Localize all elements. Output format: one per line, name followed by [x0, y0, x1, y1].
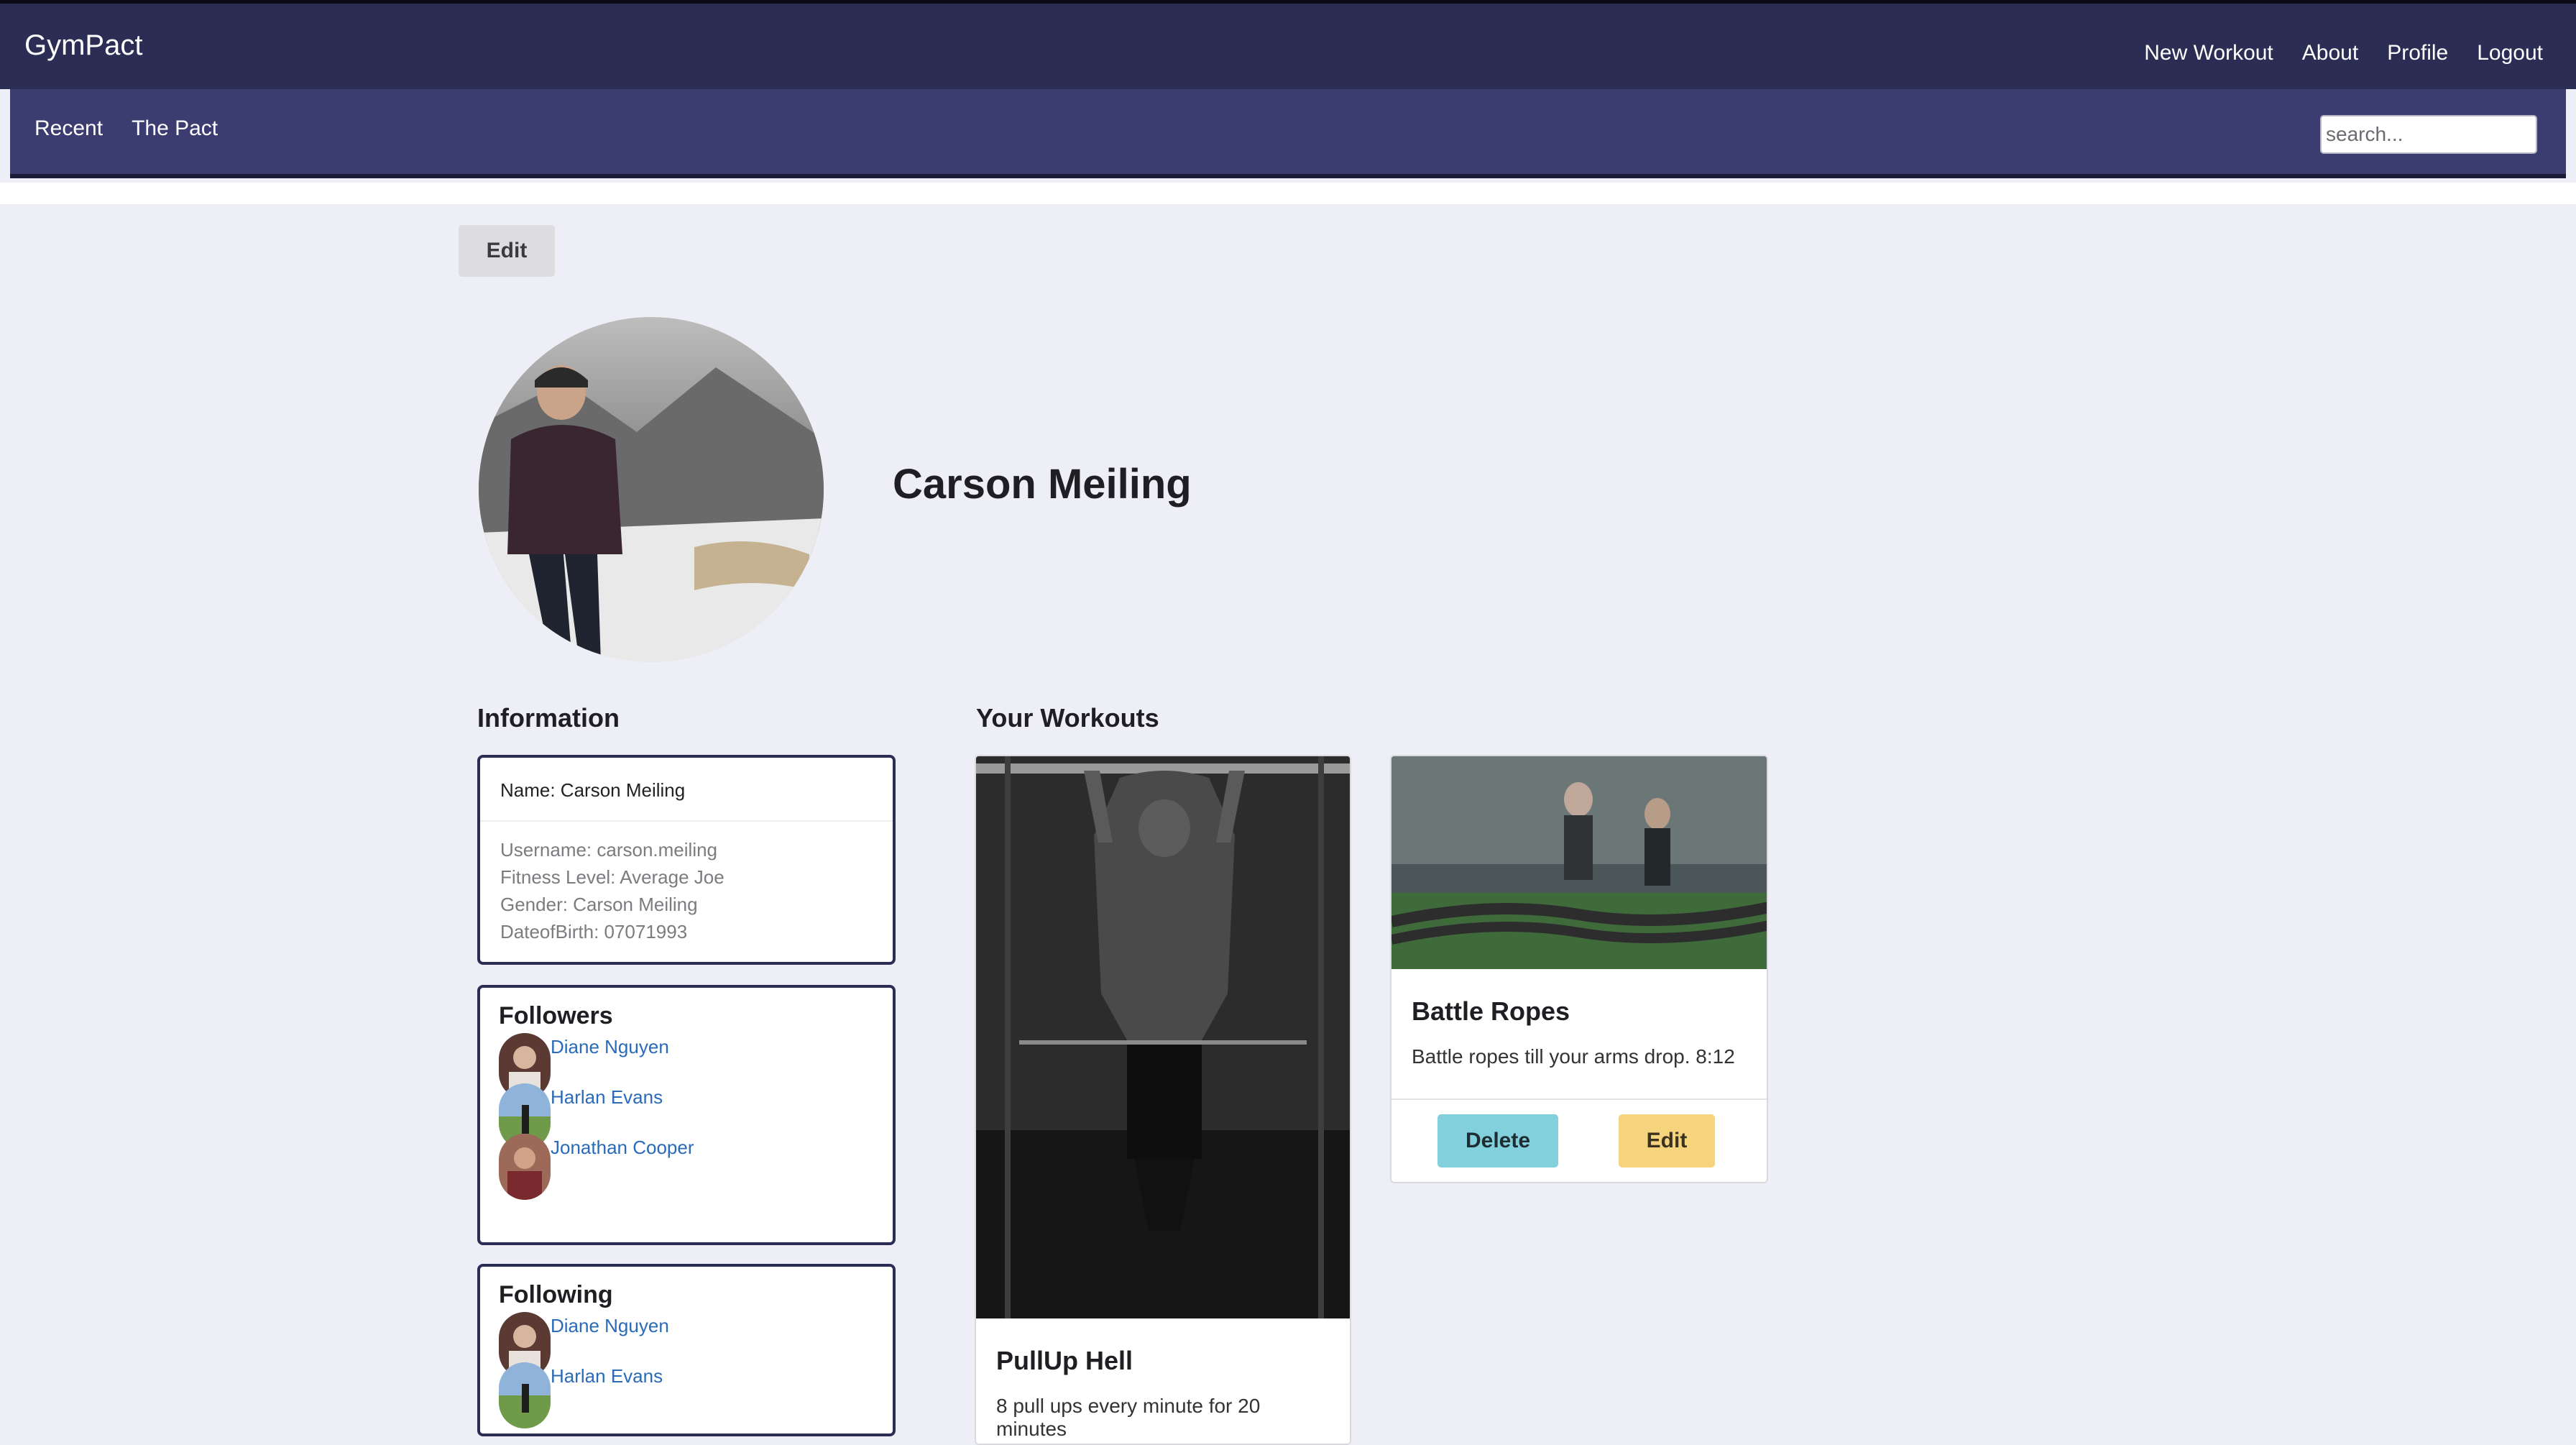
info-details: Username: carson.meiling Fitness Level: …	[480, 822, 893, 960]
workout-actions: Delete Edit	[1392, 1098, 1767, 1182]
workouts-heading: Your Workouts	[976, 703, 1159, 733]
sub-nav: Recent The Pact	[34, 116, 218, 141]
following-link[interactable]: Diane Nguyen	[551, 1315, 669, 1337]
follower-item: Harlan Evans	[499, 1083, 874, 1150]
information-heading: Information	[477, 703, 620, 733]
header-divider	[0, 183, 2576, 204]
top-navbar: GymPact New Workout About Profile Logout	[0, 0, 2576, 89]
nav-the-pact[interactable]: The Pact	[132, 116, 218, 141]
edit-workout-button[interactable]: Edit	[1619, 1114, 1715, 1168]
nav-recent[interactable]: Recent	[34, 116, 103, 141]
following-link[interactable]: Harlan Evans	[551, 1365, 663, 1387]
workout-title: PullUp Hell	[996, 1346, 1133, 1375]
workout-image	[976, 756, 1350, 1318]
edit-profile-button[interactable]: Edit	[459, 225, 555, 277]
follower-link[interactable]: Jonathan Cooper	[551, 1137, 694, 1159]
info-username: Username: carson.meiling	[500, 839, 718, 861]
avatar	[499, 1362, 551, 1428]
nav-profile[interactable]: Profile	[2387, 41, 2448, 65]
follower-link[interactable]: Harlan Evans	[551, 1086, 663, 1109]
nav-about[interactable]: About	[2302, 41, 2358, 65]
brand-logo[interactable]: GymPact	[24, 29, 142, 62]
profile-avatar	[479, 317, 824, 662]
info-fitness-level: Fitness Level: Average Joe	[500, 866, 724, 888]
sub-navbar: Recent The Pact	[10, 89, 2566, 178]
followers-card: Followers Diane Nguyen Harlan Evans Jona…	[477, 985, 896, 1245]
delete-workout-button[interactable]: Delete	[1438, 1114, 1558, 1168]
nav-logout[interactable]: Logout	[2477, 41, 2543, 65]
workout-image	[1392, 756, 1767, 969]
search-input[interactable]	[2320, 115, 2537, 154]
nav-new-workout[interactable]: New Workout	[2144, 41, 2273, 65]
follower-item: Jonathan Cooper	[499, 1134, 874, 1200]
top-nav: New Workout About Profile Logout	[2144, 41, 2543, 65]
follower-link[interactable]: Diane Nguyen	[551, 1036, 669, 1058]
following-item: Harlan Evans	[499, 1362, 874, 1428]
following-card: Following Diane Nguyen Harlan Evans	[477, 1264, 896, 1436]
following-heading: Following	[499, 1281, 613, 1308]
information-card: Name: Carson Meiling Username: carson.me…	[477, 755, 896, 965]
profile-name: Carson Meiling	[893, 461, 1192, 508]
follower-item: Diane Nguyen	[499, 1033, 874, 1099]
workout-description: Battle ropes till your arms drop. 8:12	[1412, 1045, 1735, 1068]
followers-heading: Followers	[499, 1002, 613, 1029]
workout-card[interactable]: Battle Ropes Battle ropes till your arms…	[1390, 755, 1768, 1183]
info-gender: Gender: Carson Meiling	[500, 894, 698, 915]
info-name: Name: Carson Meiling	[480, 758, 893, 822]
following-item: Diane Nguyen	[499, 1312, 874, 1378]
avatar	[499, 1134, 551, 1200]
workout-title: Battle Ropes	[1412, 996, 1570, 1026]
info-date-of-birth: DateofBirth: 07071993	[500, 921, 688, 942]
workout-card[interactable]: PullUp Hell 8 pull ups every minute for …	[975, 755, 1351, 1445]
workout-description: 8 pull ups every minute for 20 minutes	[996, 1395, 1261, 1440]
